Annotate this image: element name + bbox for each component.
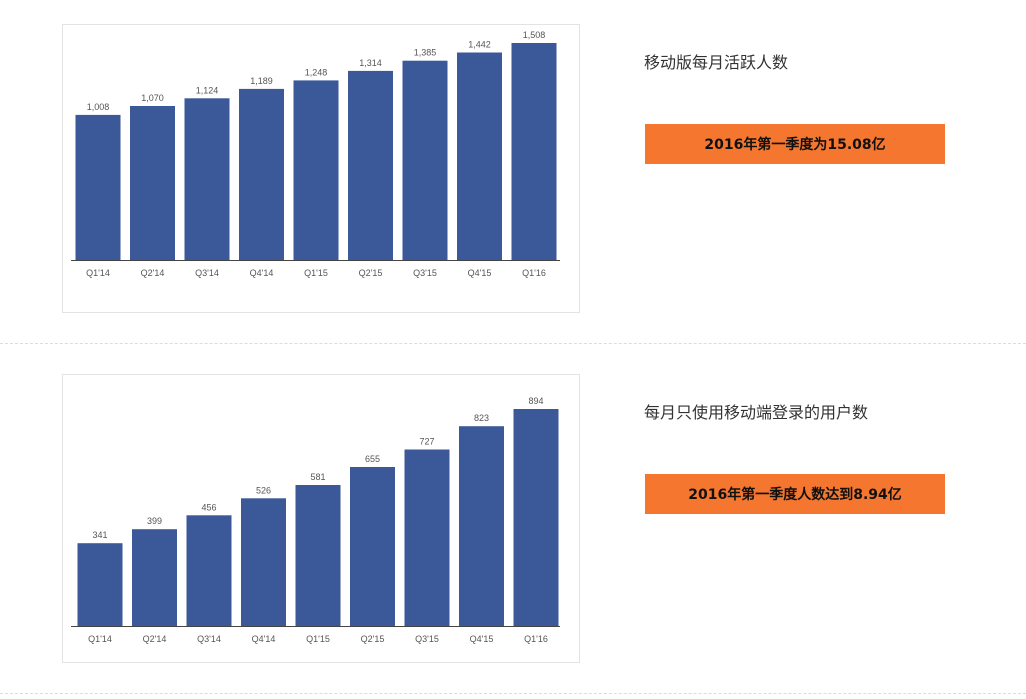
data-label: 399: [147, 516, 162, 526]
bar-Q3'14: [186, 515, 232, 626]
bar-Q4'14: [239, 88, 284, 261]
bar-Q3'15: [404, 449, 450, 626]
x-tick-label: Q2'15: [359, 268, 383, 278]
chart-section-mobile-only-users: 341 Q1'14 399 Q2'14 456 Q3'14 526 Q4'14 581 Q1'15…: [0, 344, 1026, 693]
bar-Q1'16: [511, 43, 557, 260]
data-label: 526: [256, 485, 271, 495]
highlight-banner: 2016年第一季度为15.08亿: [645, 124, 945, 164]
data-label: 1,248: [305, 67, 328, 77]
x-tick-label: Q1'15: [306, 634, 330, 644]
bar-Q2'15: [348, 70, 393, 261]
data-label: 1,124: [196, 85, 219, 95]
bar-Q2'15: [350, 467, 395, 626]
x-tick-label: Q2'14: [141, 268, 165, 278]
data-label: 581: [310, 472, 325, 482]
chart-side-title: 每月只使用移动端登录的用户数: [644, 403, 869, 422]
data-label: 727: [419, 437, 434, 447]
x-tick-label: Q4'14: [252, 634, 276, 644]
bar-Q2'14: [132, 529, 177, 626]
highlight-banner: 2016年第一季度人数达到8.94亿: [645, 474, 945, 514]
data-label: 655: [365, 454, 380, 464]
chart-frame: 341 Q1'14 399 Q2'14 456 Q3'14 526 Q4'14 581 Q1'15…: [62, 374, 580, 663]
x-tick-label: Q3'14: [195, 268, 219, 278]
bar-chart-mobile-mau: 1,008 Q1'14 1,070 Q2'14 1,124 Q3'14 1,189 Q4'14…: [71, 30, 560, 278]
bar-Q2'14: [130, 106, 175, 260]
bar-Q4'15: [459, 426, 504, 626]
x-tick-label: Q1'16: [522, 268, 546, 278]
x-tick-label: Q2'14: [143, 634, 167, 644]
bar-Q4'15: [457, 52, 502, 260]
x-tick-label: Q3'15: [415, 634, 439, 644]
x-tick-label: Q1'14: [88, 634, 112, 644]
bar-Q1'14: [75, 114, 121, 261]
x-tick-label: Q4'15: [468, 268, 492, 278]
data-label: 823: [474, 413, 489, 423]
bar-Q3'15: [402, 60, 448, 261]
x-tick-label: Q3'14: [197, 634, 221, 644]
x-tick-label: Q1'16: [524, 634, 548, 644]
bar-Q4'14: [241, 498, 286, 626]
bar-Q1'15: [295, 485, 341, 626]
x-tick-label: Q3'15: [413, 268, 437, 278]
x-tick-label: Q1'15: [304, 268, 328, 278]
bar-Q1'14: [77, 543, 123, 626]
data-label: 1,008: [87, 102, 110, 112]
x-tick-label: Q4'15: [470, 634, 494, 644]
data-label: 1,314: [359, 58, 382, 68]
data-label: 1,508: [523, 30, 546, 40]
bar-Q1'16: [513, 409, 559, 626]
data-label: 1,189: [250, 76, 273, 86]
chart-section-mobile-mau: 1,008 Q1'14 1,070 Q2'14 1,124 Q3'14 1,189 Q4'14…: [0, 0, 1026, 343]
x-tick-label: Q2'15: [361, 634, 385, 644]
bar-Q3'14: [184, 98, 230, 260]
section-divider: [0, 693, 1026, 694]
data-label: 1,385: [414, 48, 437, 58]
bar-chart-mobile-only-users: 341 Q1'14 399 Q2'14 456 Q3'14 526 Q4'14 581 Q1'15…: [71, 396, 560, 644]
data-label: 894: [528, 396, 543, 406]
data-label: 456: [201, 502, 216, 512]
data-label: 341: [92, 530, 107, 540]
x-tick-label: Q1'14: [86, 268, 110, 278]
bar-Q1'15: [293, 80, 339, 261]
chart-frame: 1,008 Q1'14 1,070 Q2'14 1,124 Q3'14 1,189 Q4'14…: [62, 24, 580, 313]
data-label: 1,070: [141, 93, 164, 103]
chart-side-title: 移动版每月活跃人数: [644, 53, 789, 72]
data-label: 1,442: [468, 40, 491, 50]
x-tick-label: Q4'14: [250, 268, 274, 278]
